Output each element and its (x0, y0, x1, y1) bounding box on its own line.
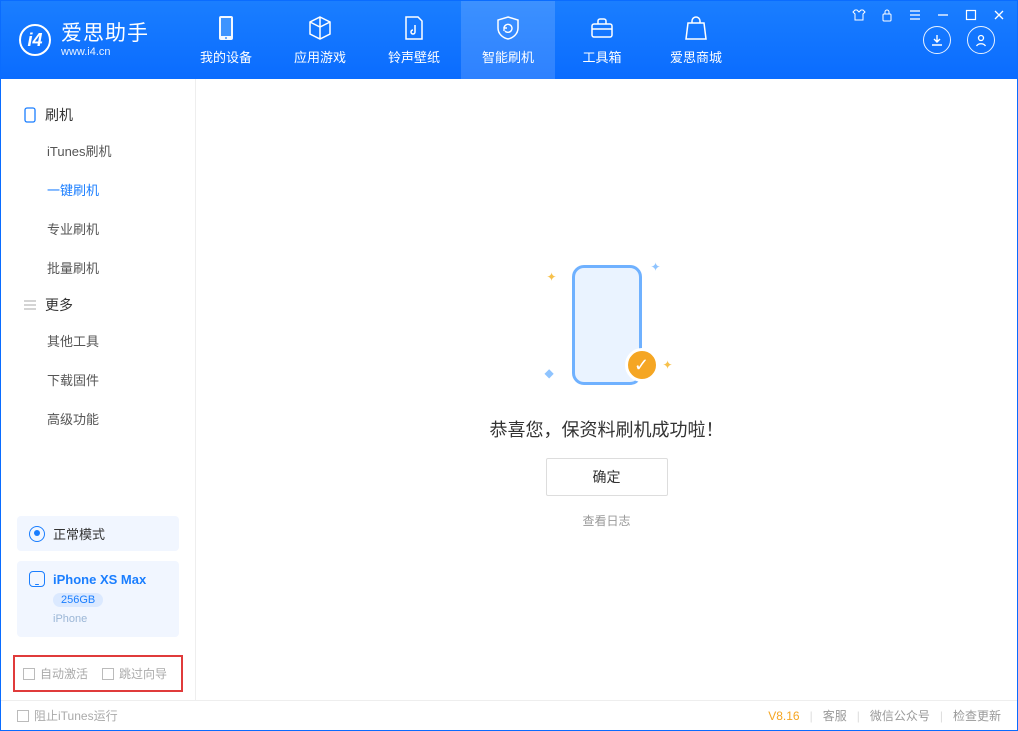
minimize-button[interactable] (935, 7, 951, 23)
checkbox-label: 自动激活 (40, 665, 88, 682)
nav-my-device[interactable]: 我的设备 (179, 1, 273, 79)
sidebar-item-advanced[interactable]: 高级功能 (23, 399, 173, 438)
app-site: www.i4.cn (61, 46, 149, 58)
check-badge-icon: ✓ (625, 348, 659, 382)
nav-label: 工具箱 (582, 47, 621, 66)
mode-label: 正常模式 (53, 524, 105, 543)
ok-button[interactable]: 确定 (546, 458, 668, 496)
success-message: 恭喜您，保资料刷机成功啦！ (490, 416, 724, 442)
sparkle-icon: ✦ (662, 358, 672, 372)
device-card[interactable]: iPhone XS Max 256GB iPhone (17, 561, 179, 637)
sidebar-item-download-firmware[interactable]: 下载固件 (23, 360, 173, 399)
maximize-button[interactable] (963, 7, 979, 23)
group-head-flash: 刷机 (23, 105, 173, 125)
cube-icon (307, 15, 333, 41)
checkbox-icon (102, 668, 114, 680)
nav-store[interactable]: 爱思商城 (649, 1, 743, 79)
user-button[interactable] (967, 26, 995, 54)
bag-icon (683, 15, 709, 41)
mode-dot-icon (29, 526, 45, 542)
success-illustration: ✦ ✦ ◆ ✦ ✓ (517, 250, 697, 400)
footer-link-wechat[interactable]: 微信公众号 (870, 707, 930, 724)
list-icon (23, 298, 37, 312)
checkbox-label: 跳过向导 (119, 665, 167, 682)
checkbox-skip-guide[interactable]: 跳过向导 (102, 665, 167, 682)
nav-label: 智能刷机 (482, 47, 534, 66)
nav-smart-flash[interactable]: 智能刷机 (461, 1, 555, 79)
refresh-shield-icon (495, 15, 521, 41)
version-label: V8.16 (768, 709, 799, 723)
options-row-highlighted: 自动激活 跳过向导 (13, 655, 183, 692)
sparkle-icon: ✦ (547, 270, 557, 284)
nav-label: 铃声壁纸 (388, 47, 440, 66)
top-nav: 我的设备 应用游戏 铃声壁纸 智能刷机 工具箱 爱思商城 (179, 1, 743, 79)
app-window: i4 爱思助手 www.i4.cn 我的设备 应用游戏 铃声壁纸 智能刷机 (0, 0, 1018, 731)
music-file-icon (401, 15, 427, 41)
checkbox-label: 阻止iTunes运行 (34, 707, 118, 724)
titlebar (851, 7, 1007, 23)
sidebar-item-itunes-flash[interactable]: iTunes刷机 (23, 131, 173, 170)
nav-label: 我的设备 (200, 47, 252, 66)
tshirt-icon[interactable] (851, 7, 867, 23)
sidebar-item-batch-flash[interactable]: 批量刷机 (23, 248, 173, 287)
logo-icon: i4 (19, 24, 51, 56)
nav-toolbox[interactable]: 工具箱 (555, 1, 649, 79)
nav-apps-games[interactable]: 应用游戏 (273, 1, 367, 79)
lock-icon[interactable] (879, 7, 895, 23)
phone-icon (213, 15, 239, 41)
footer-link-support[interactable]: 客服 (823, 707, 847, 724)
nav-label: 爱思商城 (670, 47, 722, 66)
phone-small-icon (23, 108, 37, 122)
device-capacity: 256GB (53, 593, 103, 607)
close-button[interactable] (991, 7, 1007, 23)
nav-label: 应用游戏 (294, 47, 346, 66)
toolbox-icon (589, 15, 615, 41)
checkbox-block-itunes[interactable]: 阻止iTunes运行 (17, 707, 118, 724)
sidebar-item-other-tools[interactable]: 其他工具 (23, 321, 173, 360)
footer: 阻止iTunes运行 V8.16 | 客服 | 微信公众号 | 检查更新 (1, 700, 1017, 730)
app-logo: i4 爱思助手 www.i4.cn (19, 22, 149, 57)
device-panel: 正常模式 iPhone XS Max 256GB iPhone (1, 506, 195, 649)
menu-icon[interactable] (907, 7, 923, 23)
group-title: 刷机 (45, 105, 73, 125)
sparkle-icon: ◆ (545, 366, 554, 380)
sidebar-group-more: 更多 其他工具 下载固件 高级功能 (1, 295, 195, 438)
device-type: iPhone (53, 613, 87, 625)
sidebar-item-oneclick-flash[interactable]: 一键刷机 (23, 170, 173, 209)
sidebar: 刷机 iTunes刷机 一键刷机 专业刷机 批量刷机 更多 其他工具 下载固件 … (1, 79, 196, 700)
mode-chip[interactable]: 正常模式 (17, 516, 179, 551)
footer-link-check-update[interactable]: 检查更新 (953, 707, 1001, 724)
device-phone-icon (29, 571, 45, 587)
group-head-more: 更多 (23, 295, 173, 315)
body: 刷机 iTunes刷机 一键刷机 专业刷机 批量刷机 更多 其他工具 下载固件 … (1, 79, 1017, 700)
checkbox-auto-activate[interactable]: 自动激活 (23, 665, 88, 682)
sparkle-icon: ✦ (650, 260, 660, 274)
download-button[interactable] (923, 26, 951, 54)
view-log-link[interactable]: 查看日志 (582, 512, 630, 529)
main-panel: ✦ ✦ ◆ ✦ ✓ 恭喜您，保资料刷机成功啦！ 确定 查看日志 (196, 79, 1017, 700)
nav-ringtones-wallpapers[interactable]: 铃声壁纸 (367, 1, 461, 79)
header-right (923, 26, 1005, 54)
group-title: 更多 (45, 295, 73, 315)
app-title: 爱思助手 (61, 22, 149, 45)
device-name: iPhone XS Max (53, 572, 146, 587)
checkbox-icon (17, 710, 29, 722)
checkbox-icon (23, 668, 35, 680)
sidebar-group-flash: 刷机 iTunes刷机 一键刷机 专业刷机 批量刷机 (1, 105, 195, 287)
sidebar-item-pro-flash[interactable]: 专业刷机 (23, 209, 173, 248)
